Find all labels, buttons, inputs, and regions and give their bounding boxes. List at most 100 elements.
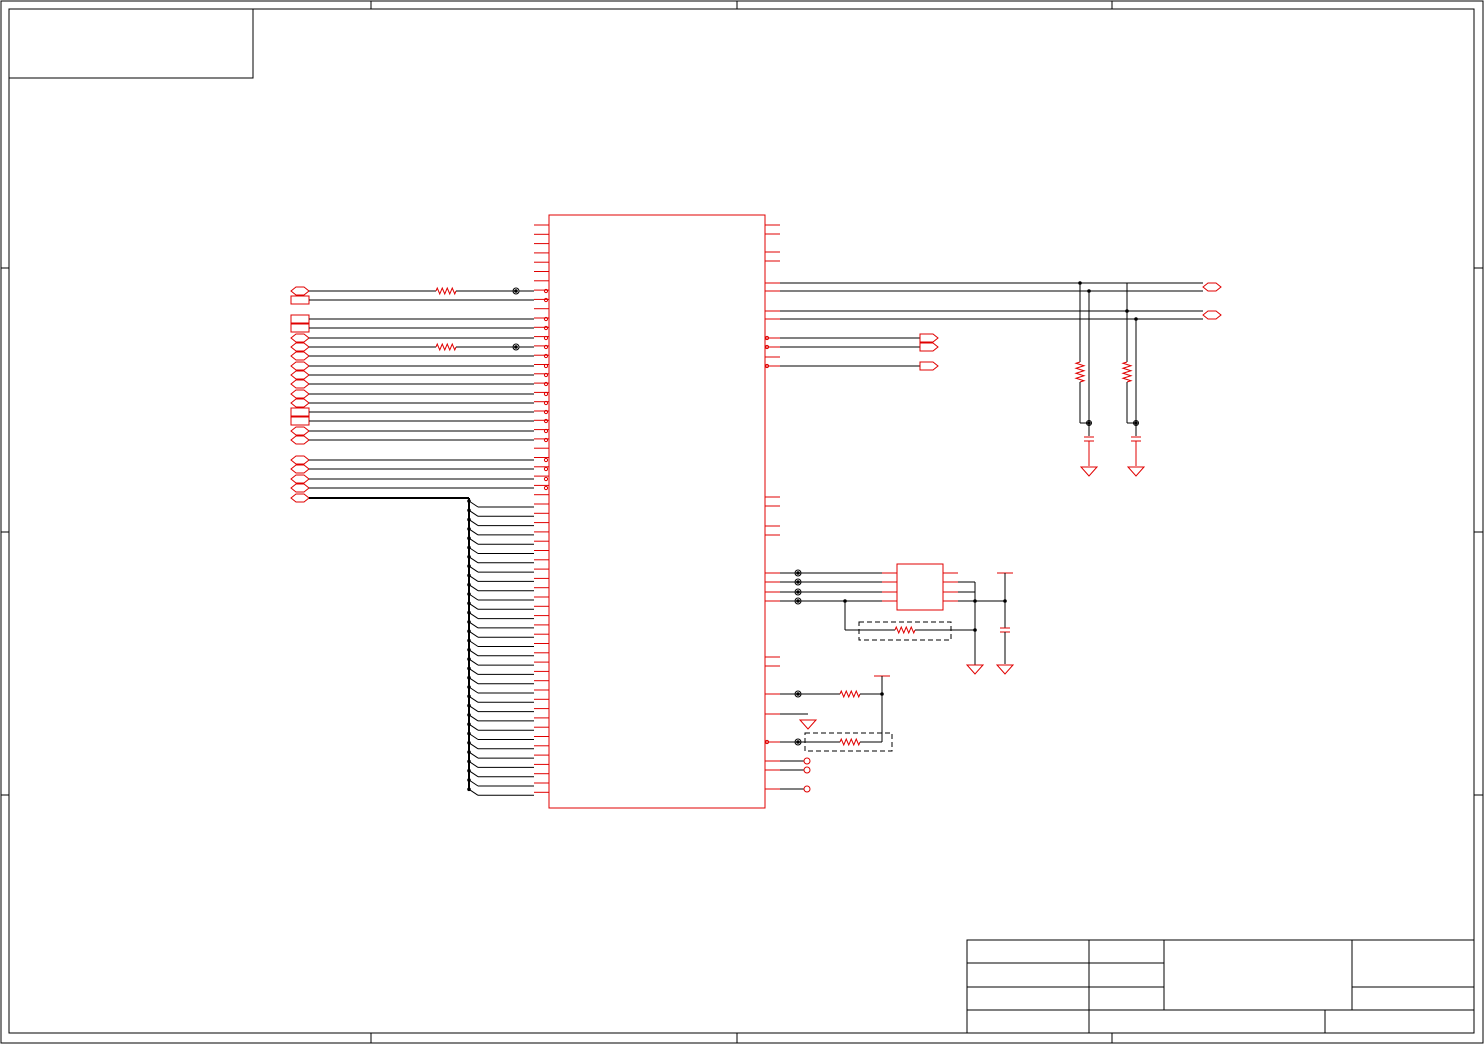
ground-symbol — [995, 664, 1015, 675]
ground-symbol — [965, 664, 985, 675]
off-page-port — [290, 474, 310, 484]
off-page-port — [290, 286, 310, 296]
pin-terminal — [543, 466, 549, 472]
resistor-symbol — [839, 689, 861, 699]
drawing-frame — [0, 0, 1484, 1044]
pin-terminal — [543, 400, 549, 406]
pin-terminal — [543, 316, 549, 322]
off-page-port — [290, 314, 310, 324]
eeprom-ic-body — [896, 563, 944, 611]
junction-dot — [796, 580, 800, 584]
junction-dot — [467, 508, 471, 513]
junction-dot — [467, 527, 471, 531]
junction-dot — [467, 685, 471, 689]
junction-dot — [796, 599, 800, 603]
pin-terminal — [543, 485, 549, 491]
junction-dot — [796, 740, 800, 744]
junction-dot — [467, 517, 471, 522]
off-page-port — [290, 389, 310, 399]
resistor-symbol — [894, 625, 916, 635]
ground-symbol — [1126, 466, 1146, 477]
junction-dot — [467, 713, 471, 717]
junction-dot — [467, 694, 471, 699]
right-nets-section — [764, 281, 1222, 477]
junction-dot — [514, 289, 518, 293]
off-page-port — [290, 333, 310, 343]
off-page-port — [290, 351, 310, 361]
off-page-port — [290, 379, 310, 389]
title-block — [966, 939, 1475, 1034]
pin-terminal — [543, 344, 549, 350]
schematic-sheet — [0, 0, 1484, 1044]
pin-terminal — [543, 288, 549, 294]
pin-terminal — [543, 391, 549, 397]
junction-dot — [467, 722, 471, 726]
junction-dot — [467, 499, 471, 503]
pin-terminal — [543, 335, 549, 341]
junction-dot — [467, 731, 471, 736]
junction-dot — [467, 703, 471, 708]
junction-dot — [514, 345, 518, 349]
junction-dot — [467, 573, 471, 578]
pin-terminal — [543, 418, 549, 424]
junction-dot — [467, 768, 471, 773]
junction-dot — [467, 648, 471, 652]
junction-dot — [467, 592, 471, 596]
resistor-symbol — [435, 342, 457, 352]
junction-dot — [1134, 421, 1138, 425]
junction-dot — [467, 741, 471, 745]
main-ic — [534, 214, 780, 809]
resistor-symbol — [1074, 361, 1086, 383]
off-page-port — [919, 333, 939, 343]
off-page-port — [290, 416, 310, 426]
discrete-components — [764, 563, 1015, 793]
junction-dot — [467, 778, 471, 782]
off-page-port — [290, 407, 310, 417]
junction-dot — [973, 599, 977, 603]
junction-dot — [467, 601, 471, 606]
junction-dot — [796, 692, 800, 696]
main-ic-pins — [534, 224, 780, 793]
junction-dot — [467, 610, 471, 615]
pin-terminal — [543, 372, 549, 378]
pin-terminal — [543, 353, 549, 359]
off-page-port — [290, 370, 310, 380]
junction-dot — [467, 666, 471, 671]
junction-dot — [1003, 599, 1007, 603]
off-page-port — [290, 426, 310, 436]
off-page-port — [290, 464, 310, 474]
off-page-port — [290, 361, 310, 371]
resistor-symbol — [1121, 361, 1133, 383]
junction-dot — [467, 675, 471, 680]
pin-terminal — [543, 363, 549, 369]
junction-dot — [467, 787, 471, 792]
off-page-port — [290, 455, 310, 465]
off-page-port — [290, 435, 310, 445]
junction-dot — [467, 638, 471, 643]
test-point-symbol — [803, 785, 811, 793]
junction-dot — [467, 564, 471, 568]
pin-terminal — [543, 297, 549, 303]
junction-dot — [843, 599, 847, 603]
pin-terminal — [543, 409, 549, 415]
pin-terminal — [543, 428, 549, 434]
junction-dot — [467, 759, 471, 764]
off-page-port — [290, 342, 310, 352]
junction-dot — [467, 545, 471, 550]
off-page-port — [290, 483, 310, 493]
off-page-port — [1202, 310, 1222, 320]
resistor-symbol — [435, 286, 457, 296]
main-ic-body — [548, 214, 766, 809]
off-page-port — [290, 398, 310, 408]
junction-dot — [880, 692, 884, 696]
test-point-symbol — [803, 757, 811, 765]
junction-dot — [467, 620, 471, 624]
left-bus-section — [290, 286, 549, 503]
off-page-port — [290, 323, 310, 333]
off-page-port — [919, 361, 939, 371]
junction-dot — [796, 590, 800, 594]
junction-dot — [467, 629, 471, 633]
ground-symbol — [1079, 466, 1099, 477]
off-page-port — [919, 342, 939, 352]
pin-terminal — [543, 381, 549, 387]
